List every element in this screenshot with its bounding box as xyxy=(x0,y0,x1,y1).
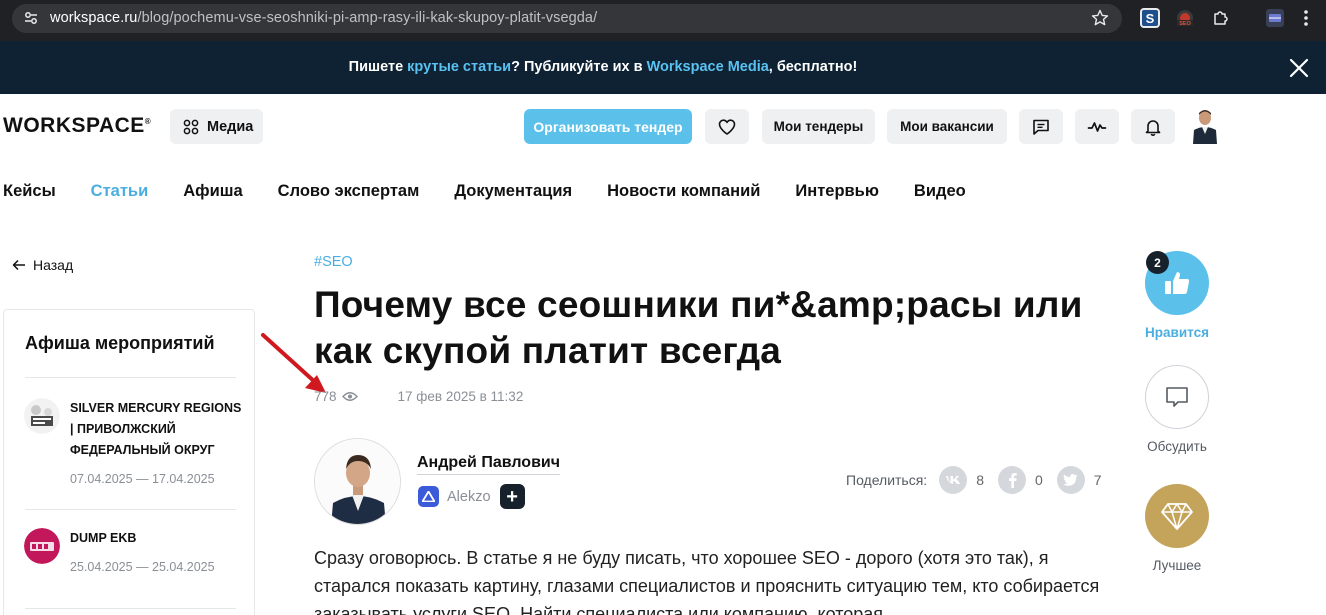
analytics-button[interactable] xyxy=(1075,109,1119,144)
author-company: Alekzo + xyxy=(418,484,525,509)
notifications-button[interactable] xyxy=(1131,109,1175,144)
vk-share-count: 8 xyxy=(976,472,984,488)
divider xyxy=(25,509,236,510)
best-button[interactable] xyxy=(1145,484,1209,548)
nav-item-articles[interactable]: Статьи xyxy=(91,182,149,201)
events-title: Афиша мероприятий xyxy=(25,333,215,353)
article-body: Сразу оговорюсь. В статье я не буду писа… xyxy=(314,548,1100,615)
back-label: Назад xyxy=(33,257,74,273)
article-tag[interactable]: #SEO xyxy=(314,254,353,270)
grid-icon xyxy=(183,119,199,134)
extension-seo-icon[interactable]: SEO xyxy=(1175,8,1195,28)
vk-icon[interactable] xyxy=(939,466,968,494)
media-menu-button[interactable]: Медиа xyxy=(170,109,263,144)
event-dates: 07.04.2025 — 17.04.2025 xyxy=(70,472,215,486)
logo-text: WORKSPACE xyxy=(3,114,145,137)
company-name[interactable]: Alekzo xyxy=(447,489,491,505)
promo-link-media[interactable]: Workspace Media xyxy=(647,59,769,75)
article-title: Почему все сеошники пи*&amp;расы или как… xyxy=(314,284,1083,371)
extensions-puzzle-icon[interactable] xyxy=(1211,8,1231,28)
profile-extension-icon[interactable] xyxy=(1265,8,1285,28)
promo-banner: Пишете крутые статьи? Публикуйте их в Wo… xyxy=(0,41,1326,94)
author-name[interactable]: Андрей Павлович xyxy=(417,454,561,475)
promo-text: Пишете крутые статьи? Публикуйте их в Wo… xyxy=(0,59,1206,75)
arrow-left-icon xyxy=(12,259,25,271)
heart-icon xyxy=(718,118,736,135)
activity-icon xyxy=(1087,121,1107,132)
event-thumbnail[interactable] xyxy=(24,398,60,434)
nav-item-company-news[interactable]: Новости компаний xyxy=(607,182,760,201)
best-label[interactable]: Лучшее xyxy=(1127,558,1227,573)
author-avatar[interactable] xyxy=(314,438,401,525)
nav-item-interviews[interactable]: Интервью xyxy=(795,182,879,201)
nav-item-cases[interactable]: Кейсы xyxy=(3,182,56,201)
event-thumbnail[interactable] xyxy=(24,528,60,564)
diamond-icon xyxy=(1161,503,1193,530)
promo-text-part1: Пишете xyxy=(348,59,408,75)
bell-icon xyxy=(1145,119,1161,136)
nav-item-documentation[interactable]: Документация xyxy=(454,182,572,201)
messages-button[interactable] xyxy=(1019,109,1063,144)
twitter-share-count: 7 xyxy=(1093,472,1102,488)
facebook-icon[interactable] xyxy=(998,466,1026,494)
thumbs-up-icon xyxy=(1165,272,1190,294)
promo-text-part3: , бесплатно! xyxy=(768,59,858,75)
close-icon[interactable] xyxy=(1288,57,1310,79)
logo-trademark: ® xyxy=(144,117,152,126)
chat-icon xyxy=(1033,119,1049,135)
create-tender-button[interactable]: Организовать тендер xyxy=(524,109,692,144)
media-menu-label: Медиа xyxy=(207,118,254,135)
share-label: Поделиться: xyxy=(846,472,928,488)
divider xyxy=(25,377,236,378)
my-tenders-button[interactable]: Мои тендеры xyxy=(762,109,875,144)
company-logo-icon[interactable] xyxy=(418,486,439,507)
svg-text:SEO: SEO xyxy=(1179,21,1191,27)
discuss-label[interactable]: Обсудить xyxy=(1127,439,1227,454)
view-count: 778 xyxy=(314,389,337,404)
follow-company-button[interactable]: + xyxy=(499,484,525,509)
like-count-badge: 2 xyxy=(1146,251,1169,274)
user-avatar[interactable] xyxy=(1191,108,1219,144)
event-dates: 25.04.2025 — 25.04.2025 xyxy=(70,560,215,574)
twitter-icon[interactable] xyxy=(1056,466,1085,494)
publish-date: 17 фев 2025 в 11:32 xyxy=(397,389,524,404)
promo-link-articles[interactable]: крутые статьи xyxy=(407,59,511,75)
back-link[interactable]: Назад xyxy=(12,257,73,273)
nav-item-video[interactable]: Видео xyxy=(914,182,966,201)
svg-text:S: S xyxy=(1146,11,1155,26)
address-bar[interactable]: workspace.ru/blog/pochemu-vse-seoshniki-… xyxy=(12,4,1122,33)
site-logo[interactable]: WORKSPACE® xyxy=(3,114,151,138)
facebook-share-count: 0 xyxy=(1035,472,1043,488)
url-path: /blog/pochemu-vse-seoshniki-pi-amp-rasy-… xyxy=(137,10,598,26)
event-title[interactable]: DUMP EKB xyxy=(70,528,242,549)
like-label[interactable]: Нравится xyxy=(1127,325,1227,340)
discuss-button[interactable] xyxy=(1145,365,1209,429)
divider xyxy=(25,608,236,609)
url-host: workspace.ru xyxy=(50,10,138,26)
events-card: Афиша мероприятий SILVER MERCURY REGIONS… xyxy=(3,309,255,615)
share-bar: Поделиться: 8 0 7 xyxy=(846,466,1116,494)
site-settings-icon[interactable] xyxy=(23,10,39,26)
browser-menu-icon[interactable] xyxy=(1303,8,1309,28)
article-meta: 778 17 фев 2025 в 11:32 xyxy=(314,389,523,404)
browser-toolbar: workspace.ru/blog/pochemu-vse-seoshniki-… xyxy=(0,0,1326,41)
bookmark-star-icon[interactable] xyxy=(1090,8,1110,28)
eye-icon xyxy=(341,392,358,401)
extension-s-icon[interactable]: S xyxy=(1140,8,1160,28)
favorites-button[interactable] xyxy=(705,109,749,144)
url-text[interactable]: workspace.ru/blog/pochemu-vse-seoshniki-… xyxy=(50,10,597,26)
nav-item-experts[interactable]: Слово экспертам xyxy=(278,182,420,201)
promo-text-part2: ? Публикуйте их в xyxy=(511,59,647,75)
event-title[interactable]: SILVER MERCURY REGIONS | ПРИВОЛЖСКИЙ ФЕД… xyxy=(70,398,242,461)
nav-item-events[interactable]: Афиша xyxy=(183,182,242,201)
comment-icon xyxy=(1166,387,1188,407)
section-nav: Кейсы Статьи Афиша Слово экспертам Докум… xyxy=(3,182,1001,201)
my-vacancies-button[interactable]: Мои вакансии xyxy=(887,109,1007,144)
